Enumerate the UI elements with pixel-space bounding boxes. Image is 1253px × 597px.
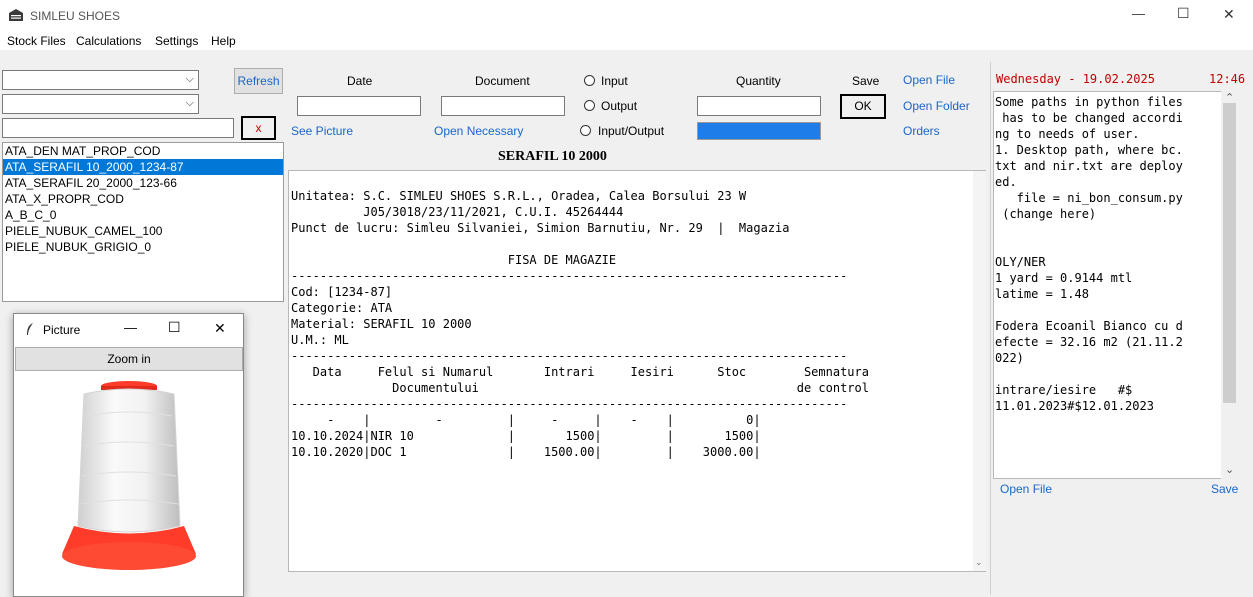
radio-input-label: Input xyxy=(601,74,628,88)
refresh-button[interactable]: Refresh xyxy=(234,68,283,94)
menu-help[interactable]: Help xyxy=(211,34,236,48)
quantity-field[interactable] xyxy=(697,96,821,116)
list-item[interactable]: ATA_SERAFIL 20_2000_123-66 xyxy=(3,175,283,191)
feather-icon xyxy=(27,323,33,335)
list-item[interactable]: A_B_C_0 xyxy=(3,207,283,223)
menu-stock-files[interactable]: Stock Files xyxy=(7,34,66,48)
radio-output-label: Output xyxy=(601,99,638,113)
stock-card-content: Unitatea: S.C. SIMLEU SHOES S.R.L., Orad… xyxy=(291,189,869,459)
list-item-selected[interactable]: ATA_SERAFIL 10_2000_1234-87 xyxy=(3,159,283,175)
document-field[interactable] xyxy=(441,96,565,116)
ok-button[interactable]: OK xyxy=(840,94,886,119)
close-icon[interactable]: ✕ xyxy=(1223,6,1235,23)
minimize-icon[interactable]: — xyxy=(1132,6,1145,21)
app-icon xyxy=(9,9,23,21)
close-icon[interactable]: ✕ xyxy=(214,320,226,337)
see-picture-link[interactable]: See Picture xyxy=(291,124,353,138)
stock-list[interactable]: ATA_DEN MAT_PROP_COD ATA_SERAFIL 10_2000… xyxy=(2,142,284,302)
open-necessary-link[interactable]: Open Necessary xyxy=(434,124,523,138)
maximize-icon[interactable]: ☐ xyxy=(168,319,181,336)
clock-label: 12:46 xyxy=(1209,72,1246,86)
list-item[interactable]: ATA_DEN MAT_PROP_COD xyxy=(3,143,283,159)
notes-scrollbar[interactable]: ⌃ ⌄ xyxy=(1221,91,1239,479)
scroll-thumb[interactable] xyxy=(1223,103,1236,403)
menu-settings[interactable]: Settings xyxy=(155,34,198,48)
date-field[interactable] xyxy=(297,96,421,116)
open-file-link[interactable]: Open File xyxy=(903,73,955,87)
radio-inout[interactable] xyxy=(580,125,591,136)
document-label: Document xyxy=(475,74,530,88)
search-input[interactable] xyxy=(2,118,234,138)
list-item[interactable]: PIELE_NUBUK_CAMEL_100 xyxy=(3,223,283,239)
radio-inout-label: Input/Output xyxy=(598,124,665,138)
list-item[interactable]: PIELE_NUBUK_GRIGIO_0 xyxy=(3,239,283,255)
menu-bar: Stock Files Calculations Settings Help xyxy=(0,32,1253,50)
quantity-label: Quantity xyxy=(736,74,781,88)
document-title: SERAFIL 10 2000 xyxy=(498,149,607,164)
orders-link[interactable]: Orders xyxy=(903,124,940,138)
chevron-down-icon: ⌵ xyxy=(185,73,194,85)
title-bar: SIMLEU SHOES — ☐ ✕ xyxy=(0,0,1253,32)
chevron-down-icon[interactable]: ⌄ xyxy=(1225,463,1234,476)
day-date-label: Wednesday - 19.02.2025 xyxy=(996,72,1155,86)
zoom-in-button[interactable]: Zoom in xyxy=(15,347,243,371)
clear-button[interactable]: x xyxy=(241,116,276,140)
progress-bar xyxy=(697,122,821,140)
radio-input[interactable] xyxy=(584,75,595,86)
radio-output[interactable] xyxy=(584,100,595,111)
combo-filter-1[interactable]: ⌵ xyxy=(2,70,199,90)
window-title: SIMLEU SHOES xyxy=(30,9,121,23)
notes-panel: Wednesday - 19.02.2025 12:46 Some paths … xyxy=(990,62,1252,595)
notes-save-link[interactable]: Save xyxy=(1211,482,1238,496)
combo-filter-2[interactable]: ⌵ xyxy=(2,94,199,114)
stock-card-text[interactable]: Unitatea: S.C. SIMLEU SHOES S.R.L., Orad… xyxy=(288,170,986,572)
save-label: Save xyxy=(852,74,880,88)
open-folder-link[interactable]: Open Folder xyxy=(903,99,970,113)
menu-calculations[interactable]: Calculations xyxy=(76,34,141,48)
notes-open-file-link[interactable]: Open File xyxy=(1000,482,1052,496)
notes-content: Some paths in python files has to be cha… xyxy=(995,95,1183,413)
chevron-down-icon: ⌵ xyxy=(185,97,194,109)
minimize-icon[interactable]: — xyxy=(124,320,137,335)
notes-textarea[interactable]: Some paths in python files has to be cha… xyxy=(993,91,1239,479)
date-label: Date xyxy=(347,74,373,88)
picture-title: Picture xyxy=(43,323,81,337)
list-item[interactable]: ATA_X_PROPR_COD xyxy=(3,191,283,207)
picture-window: Picture — ☐ ✕ Zoom in xyxy=(13,313,244,597)
thread-spool-image xyxy=(62,381,196,570)
chevron-down-icon[interactable]: ⌄ xyxy=(975,557,983,568)
picture-titlebar: Picture — ☐ ✕ xyxy=(14,314,243,345)
maximize-icon[interactable]: ☐ xyxy=(1177,5,1190,22)
scrollbar[interactable]: ⌄ xyxy=(973,171,986,571)
